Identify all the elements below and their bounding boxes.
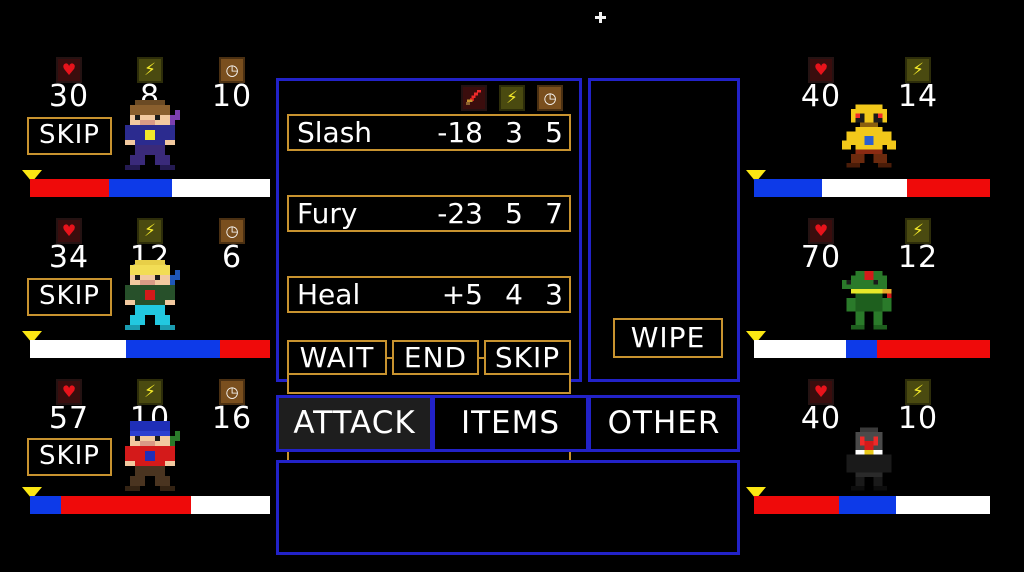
tab-attack[interactable]: ATTACK [276, 395, 433, 452]
enemy-2-turnbar [754, 340, 990, 358]
tab-items[interactable]: ITEMS [432, 395, 589, 452]
party-3-action-label[interactable]: SKIP [27, 438, 112, 476]
ability-row-heal[interactable]: Heal +5 4 3 [287, 276, 571, 313]
heart-icon: ♥ [813, 221, 829, 240]
lightning-icon: ⚡ [144, 220, 156, 241]
battle-screen: ♥ 30 ⚡ 8 ◷ 10 SKIP ♥ 34 ⚡ 12 ◷ 6 SKIP ♥ … [0, 0, 1024, 572]
ability-energy: 3 [505, 115, 523, 149]
ability-name: Heal [297, 277, 361, 311]
party-1-time-value: 10 [211, 79, 253, 114]
end-button[interactable]: END [392, 340, 479, 375]
ability-damage: -23 [437, 196, 483, 230]
enemy-2-sprite[interactable] [833, 262, 905, 338]
ability-time: 3 [545, 277, 563, 311]
party-1-turnbar [30, 179, 270, 197]
ability-energy: 5 [505, 196, 523, 230]
ability-name: Fury [297, 196, 358, 230]
party-3-sprite [110, 416, 190, 500]
skip-button[interactable]: SKIP [484, 340, 571, 375]
ability-panel: ⚡ ◷ Slash -18 3 5 Fury -23 5 7 Heal +5 4… [276, 78, 582, 475]
party-3-hp-value: 57 [48, 401, 90, 436]
party-1-sprite [110, 95, 190, 179]
lightning-icon: ⚡ [912, 381, 924, 402]
clock-icon: ◷ [225, 60, 239, 79]
enemy-1-sprite[interactable] [833, 100, 905, 176]
energy-icon: ⚡ [499, 85, 525, 111]
wipe-button[interactable]: WIPE [613, 318, 723, 358]
clock-icon: ◷ [537, 85, 563, 111]
ability-column-headers: ⚡ ◷ [461, 85, 563, 111]
heart-icon: ♥ [61, 382, 77, 401]
ability-damage: +5 [441, 277, 483, 311]
party-1-action-label[interactable]: SKIP [27, 117, 112, 155]
party-3-turnbar [30, 496, 270, 514]
heart-icon: ♥ [61, 221, 77, 240]
clock-glyph-icon: ◷ [543, 88, 557, 107]
tab-other[interactable]: OTHER [588, 395, 740, 452]
lightning-icon: ⚡ [144, 381, 156, 402]
message-panel [276, 460, 740, 555]
party-2-turnbar [30, 340, 270, 358]
ability-damage: -18 [437, 115, 483, 149]
clock-icon: ◷ [225, 382, 239, 401]
clock-icon: ◷ [225, 221, 239, 240]
party-2-sprite [110, 255, 190, 339]
party-2-hp-value: 34 [48, 240, 90, 275]
heart-icon: ♥ [813, 60, 829, 79]
ability-energy: 4 [505, 277, 523, 311]
crosshair-plus-icon [595, 12, 606, 23]
lightning-icon: ⚡ [144, 59, 156, 80]
enemy-1-turnbar [754, 179, 990, 197]
party-1-hp-value: 30 [48, 79, 90, 114]
party-3-time-value: 16 [211, 401, 253, 436]
ability-time: 7 [545, 196, 563, 230]
lightning-icon: ⚡ [912, 220, 924, 241]
party-2-action-label[interactable]: SKIP [27, 278, 112, 316]
sword-icon [461, 85, 487, 111]
enemy-3-turnbar [754, 496, 990, 514]
ability-row-fury[interactable]: Fury -23 5 7 [287, 195, 571, 232]
lightning-icon: ⚡ [912, 59, 924, 80]
heart-icon: ♥ [61, 60, 77, 79]
enemy-3-sprite[interactable] [833, 423, 905, 499]
heart-icon: ♥ [813, 382, 829, 401]
lightning-icon: ⚡ [506, 87, 518, 108]
ability-time: 5 [545, 115, 563, 149]
ability-row-slash[interactable]: Slash -18 3 5 [287, 114, 571, 151]
party-2-time-value: 6 [221, 240, 243, 275]
ability-name: Slash [297, 115, 373, 149]
target-panel: WIPE [588, 78, 740, 382]
wait-button[interactable]: WAIT [287, 340, 387, 375]
